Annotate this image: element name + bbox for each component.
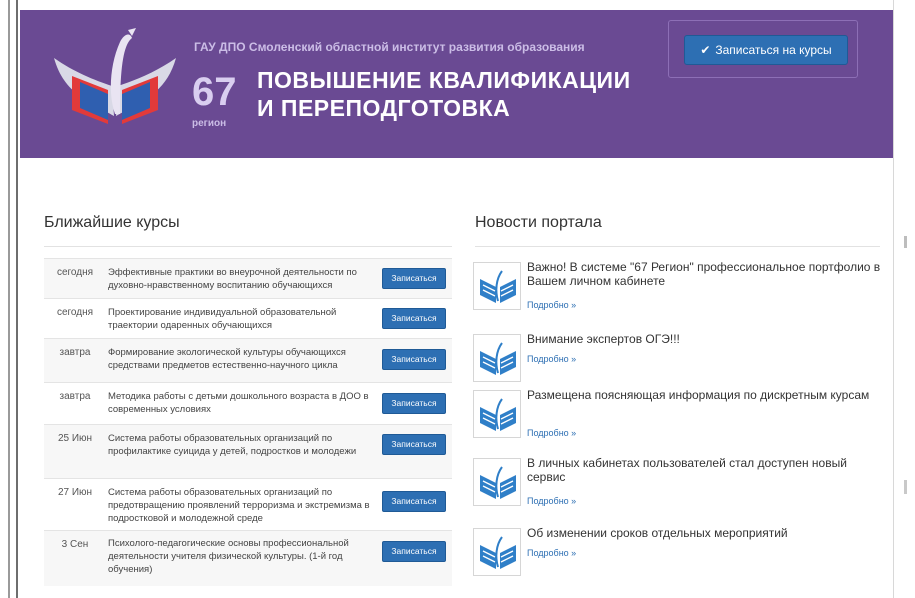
news-more-link[interactable]: Подробно » xyxy=(527,354,576,364)
news-title[interactable]: В личных кабинетах пользователей стал до… xyxy=(527,456,883,484)
news-title[interactable]: Об изменении сроков отдельных мероприяти… xyxy=(527,526,883,540)
course-enroll-button[interactable]: Записаться xyxy=(382,541,446,562)
page-title: ПОВЫШЕНИЕ КВАЛИФИКАЦИИ И ПЕРЕПОДГОТОВКА xyxy=(257,66,631,122)
course-row: 27 Июн Система работы образовательных ор… xyxy=(44,478,452,530)
window-left-edge xyxy=(8,0,10,598)
enroll-courses-label: Записаться на курсы xyxy=(715,43,832,57)
course-date: завтра xyxy=(59,347,91,358)
institute-name: ГАУ ДПО Смоленский областной институт ра… xyxy=(194,40,585,54)
news-title[interactable]: Размещена поясняющая информация по дискр… xyxy=(527,388,883,402)
courses-section-title: Ближайшие курсы xyxy=(44,214,180,231)
news-divider xyxy=(475,246,880,247)
course-date: сегодня xyxy=(56,307,94,318)
course-row: сегодня Проектирование индивидуальной об… xyxy=(44,298,452,338)
news-thumbnail[interactable] xyxy=(473,262,521,310)
region-number: 67 xyxy=(192,70,237,114)
courses-list: сегодня Эффективные практики во внеурочн… xyxy=(44,258,452,586)
course-row: завтра Методика работы с детьми дошкольн… xyxy=(44,382,452,424)
course-enroll-button[interactable]: Записаться xyxy=(382,434,446,455)
course-row: 3 Сен Психолого-педагогические основы пр… xyxy=(44,530,452,586)
course-title[interactable]: Методика работы с детьми дошкольного воз… xyxy=(108,390,378,416)
scrollbar-marker-lower xyxy=(904,480,907,494)
news-title[interactable]: Внимание экспертов ОГЭ!!! xyxy=(527,332,883,346)
course-date: 27 Июн xyxy=(57,487,93,498)
institute-logo-icon xyxy=(480,342,516,375)
news-title[interactable]: Важно! В системе "67 Регион" профессиона… xyxy=(527,260,883,288)
course-date: завтра xyxy=(59,391,91,402)
news-thumbnail[interactable] xyxy=(473,390,521,438)
news-thumbnail[interactable] xyxy=(473,334,521,382)
course-enroll-button[interactable]: Записаться xyxy=(382,491,446,512)
course-date: 25 Июн xyxy=(57,433,93,444)
title-line-2: И ПЕРЕПОДГОТОВКА xyxy=(257,95,511,121)
course-title[interactable]: Эффективные практики во внеурочной деяте… xyxy=(108,266,378,292)
news-thumbnail[interactable] xyxy=(473,458,521,506)
region-label: регион xyxy=(192,118,227,129)
course-enroll-button[interactable]: Записаться xyxy=(382,393,446,414)
news-more-link[interactable]: Подробно » xyxy=(527,496,576,506)
institute-logo-icon xyxy=(480,398,516,431)
course-row: 25 Июн Система работы образовательных ор… xyxy=(44,424,452,478)
institute-logo-icon xyxy=(480,536,516,569)
news-thumbnail[interactable] xyxy=(473,528,521,576)
course-date: сегодня xyxy=(56,267,94,278)
course-date: 3 Сен xyxy=(61,539,89,550)
course-enroll-button[interactable]: Записаться xyxy=(382,308,446,329)
institute-logo xyxy=(54,28,176,124)
news-more-link[interactable]: Подробно » xyxy=(527,548,576,558)
course-title[interactable]: Психолого-педагогические основы професси… xyxy=(108,537,378,576)
news-more-link[interactable]: Подробно » xyxy=(527,300,576,310)
course-enroll-button[interactable]: Записаться xyxy=(382,268,446,289)
enroll-courses-button[interactable]: ✔ Записаться на курсы xyxy=(684,35,848,65)
course-title[interactable]: Система работы образовательных организац… xyxy=(108,486,378,525)
course-enroll-button[interactable]: Записаться xyxy=(382,349,446,370)
window-left-border xyxy=(0,0,18,598)
course-row: сегодня Эффективные практики во внеурочн… xyxy=(44,258,452,298)
course-row: завтра Формирование экологической культу… xyxy=(44,338,452,382)
institute-logo-icon xyxy=(480,466,516,499)
news-more-link[interactable]: Подробно » xyxy=(527,428,576,438)
course-title[interactable]: Система работы образовательных организац… xyxy=(108,432,378,458)
institute-logo-icon xyxy=(480,270,516,303)
courses-divider xyxy=(44,246,452,247)
scrollbar-marker xyxy=(904,236,907,248)
scrollbar[interactable] xyxy=(893,0,915,598)
course-title[interactable]: Формирование экологической культуры обуч… xyxy=(108,346,378,372)
title-line-1: ПОВЫШЕНИЕ КВАЛИФИКАЦИИ xyxy=(257,67,631,93)
news-section-title: Новости портала xyxy=(475,214,602,231)
check-icon: ✔ xyxy=(700,43,711,57)
course-title[interactable]: Проектирование индивидуальной образовате… xyxy=(108,306,378,332)
